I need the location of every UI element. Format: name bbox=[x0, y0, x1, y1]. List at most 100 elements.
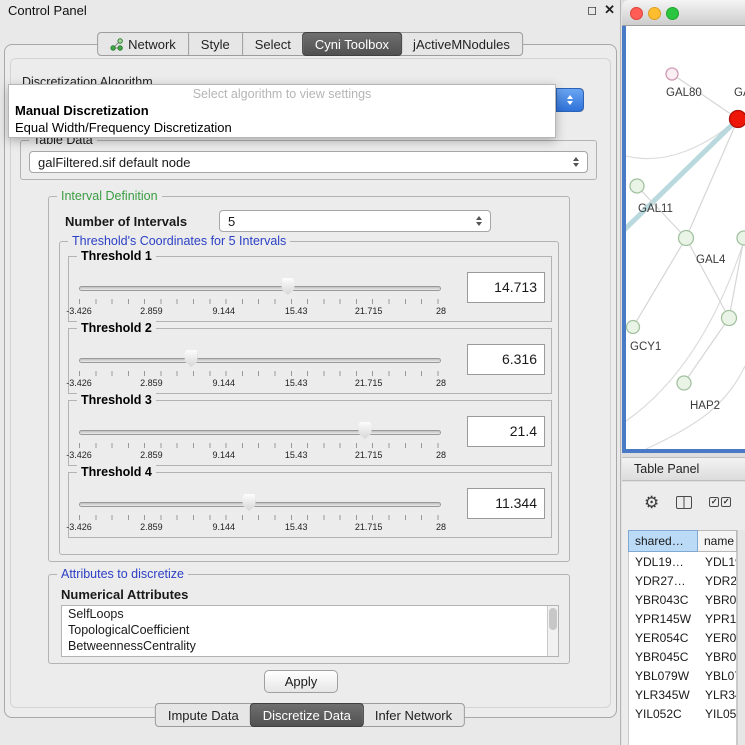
slider-ticks bbox=[79, 443, 441, 448]
cell-shared-name[interactable]: YPR145W bbox=[629, 612, 699, 626]
list-scrollbar[interactable] bbox=[547, 606, 558, 656]
dropdown-option-manual-discretization[interactable]: Manual Discretization bbox=[15, 103, 149, 118]
cell-shared-name[interactable]: YIL052C bbox=[629, 707, 699, 721]
list-item[interactable]: TopologicalCoefficient bbox=[62, 622, 558, 638]
highlighted-edge[interactable] bbox=[626, 119, 738, 234]
cell-name[interactable]: YDL19… bbox=[699, 555, 736, 569]
column-header-name[interactable]: name bbox=[698, 530, 737, 552]
node[interactable] bbox=[722, 311, 737, 326]
tab-cyni-toolbox[interactable]: Cyni Toolbox bbox=[302, 32, 402, 56]
combo-stepper-button[interactable] bbox=[556, 88, 584, 112]
slider-handle[interactable] bbox=[358, 422, 371, 439]
network-canvas[interactable]: GAL80 GA GAL11 GAL4 GCY1 HAP2 bbox=[622, 26, 745, 453]
scrollbar-thumb[interactable] bbox=[549, 608, 557, 630]
cell-name[interactable]: YLR345W bbox=[699, 688, 736, 702]
edge bbox=[633, 238, 686, 327]
threshold-3-value-field[interactable]: 21.4 bbox=[467, 416, 545, 447]
slider-handle[interactable] bbox=[281, 278, 294, 295]
thresholds-group-label: Threshold's Coordinates for 5 Intervals bbox=[68, 234, 290, 249]
node-gal4[interactable] bbox=[679, 231, 694, 246]
cell-shared-name[interactable]: YER054C bbox=[629, 631, 699, 645]
threshold-4-slider[interactable]: -3.426 2.859 9.144 15.43 21.715 28 bbox=[79, 493, 441, 535]
tab-impute-data[interactable]: Impute Data bbox=[156, 704, 251, 726]
selected-node[interactable] bbox=[730, 111, 745, 128]
node-gcy1[interactable] bbox=[627, 321, 640, 334]
attributes-list[interactable]: SelfLoops TopologicalCoefficient Between… bbox=[61, 605, 559, 657]
top-tab-strip: Network Style Select Cyni Toolbox jActiv… bbox=[97, 32, 523, 56]
node-gal80[interactable] bbox=[666, 68, 678, 80]
scale-tick-label: 2.859 bbox=[140, 450, 163, 460]
threshold-3-group: Threshold 3 -3.426 2.859 9.144 15.43 21.… bbox=[68, 400, 552, 466]
cell-shared-name[interactable]: YBR045C bbox=[629, 650, 699, 664]
number-of-intervals-combo[interactable]: 5 bbox=[219, 210, 491, 232]
float-window-icon[interactable]: ◻ bbox=[587, 3, 597, 17]
slider-handle[interactable] bbox=[243, 494, 256, 511]
threshold-3-slider[interactable]: -3.426 2.859 9.144 15.43 21.715 28 bbox=[79, 421, 441, 463]
table-panel-header: Table Panel bbox=[622, 457, 745, 481]
scale-tick-label: 15.43 bbox=[285, 378, 308, 388]
close-traffic-light[interactable] bbox=[630, 7, 643, 20]
minimize-traffic-light[interactable] bbox=[648, 7, 661, 20]
tab-jactivemodules[interactable]: jActiveMNodules bbox=[401, 33, 522, 55]
cell-shared-name[interactable]: YDL19… bbox=[629, 555, 699, 569]
node-hap2[interactable] bbox=[677, 376, 691, 390]
cell-name[interactable]: YPR145W bbox=[699, 612, 736, 626]
edge bbox=[686, 119, 738, 238]
close-icon[interactable]: ✕ bbox=[604, 2, 615, 18]
table-data-combo[interactable]: galFiltered.sif default node bbox=[29, 151, 588, 173]
table-row[interactable]: YDL19… YDL19… bbox=[629, 552, 736, 571]
scale-tick-label: 28 bbox=[436, 306, 446, 316]
threshold-4-value-field[interactable]: 11.344 bbox=[467, 488, 545, 519]
table-columns-icon[interactable] bbox=[676, 496, 692, 509]
table-row[interactable]: YBR043C YBR043C bbox=[629, 590, 736, 609]
tab-select[interactable]: Select bbox=[242, 33, 303, 55]
tab-style[interactable]: Style bbox=[188, 33, 242, 55]
cell-shared-name[interactable]: YBL079W bbox=[629, 669, 699, 683]
table-row[interactable]: YIL052C YIL052C bbox=[629, 704, 736, 723]
cell-shared-name[interactable]: YBR043C bbox=[629, 593, 699, 607]
threshold-1-slider[interactable]: -3.426 2.859 9.144 15.43 21.715 28 bbox=[79, 277, 441, 319]
node-gal11[interactable] bbox=[630, 179, 644, 193]
table-row[interactable]: YER054C YER054C bbox=[629, 628, 736, 647]
table-row[interactable]: YBR045C YBR045C bbox=[629, 647, 736, 666]
list-item[interactable]: BetweennessCentrality bbox=[62, 638, 558, 654]
tab-infer-network[interactable]: Infer Network bbox=[363, 704, 464, 726]
table-row[interactable]: YPR145W YPR145W bbox=[629, 609, 736, 628]
tab-network[interactable]: Network bbox=[98, 33, 188, 55]
cell-name[interactable]: YBL079W bbox=[699, 669, 736, 683]
threshold-2-value-field[interactable]: 6.316 bbox=[467, 344, 545, 375]
table-row[interactable]: YLR345W YLR345W bbox=[629, 685, 736, 704]
table-panel-toolbar: ⚙ ✓ ✓ bbox=[644, 490, 731, 514]
table-row[interactable]: YBL079W YBL079W bbox=[629, 666, 736, 685]
table-scrollbar[interactable] bbox=[737, 530, 745, 745]
network-icon bbox=[110, 38, 123, 51]
threshold-2-slider[interactable]: -3.426 2.859 9.144 15.43 21.715 28 bbox=[79, 349, 441, 391]
slider-track bbox=[79, 502, 441, 507]
cell-name[interactable]: YBR043C bbox=[699, 593, 736, 607]
cell-name[interactable]: YIL052C bbox=[699, 707, 736, 721]
select-columns-icon[interactable]: ✓ ✓ bbox=[709, 497, 731, 507]
cell-shared-name[interactable]: YDR27… bbox=[629, 574, 699, 588]
network-window-titlebar[interactable] bbox=[622, 0, 745, 26]
table-row[interactable]: YDR27… YDR27… bbox=[629, 571, 736, 590]
cell-name[interactable]: YDR27… bbox=[699, 574, 736, 588]
cell-name[interactable]: YBR045C bbox=[699, 650, 736, 664]
column-header-shared-name[interactable]: shared… bbox=[628, 530, 698, 552]
scale-tick-label: 28 bbox=[436, 378, 446, 388]
gear-icon[interactable]: ⚙ bbox=[644, 494, 659, 511]
threshold-1-value-field[interactable]: 14.713 bbox=[467, 272, 545, 303]
cell-name[interactable]: YER054C bbox=[699, 631, 736, 645]
apply-button[interactable]: Apply bbox=[264, 670, 338, 693]
slider-handle[interactable] bbox=[185, 350, 198, 367]
cell-shared-name[interactable]: YLR345W bbox=[629, 688, 699, 702]
slider-track bbox=[79, 358, 441, 363]
slider-scale: -3.426 2.859 9.144 15.43 21.715 28 bbox=[79, 378, 441, 390]
list-item[interactable]: SelfLoops bbox=[62, 606, 558, 622]
tab-discretize-data[interactable]: Discretize Data bbox=[250, 703, 364, 727]
node[interactable] bbox=[737, 231, 745, 245]
dropdown-option-equal-width[interactable]: Equal Width/Frequency Discretization bbox=[15, 120, 232, 135]
slider-scale: -3.426 2.859 9.144 15.43 21.715 28 bbox=[79, 450, 441, 462]
scale-tick-label: 28 bbox=[436, 522, 446, 532]
edge bbox=[729, 238, 744, 318]
zoom-traffic-light[interactable] bbox=[666, 7, 679, 20]
